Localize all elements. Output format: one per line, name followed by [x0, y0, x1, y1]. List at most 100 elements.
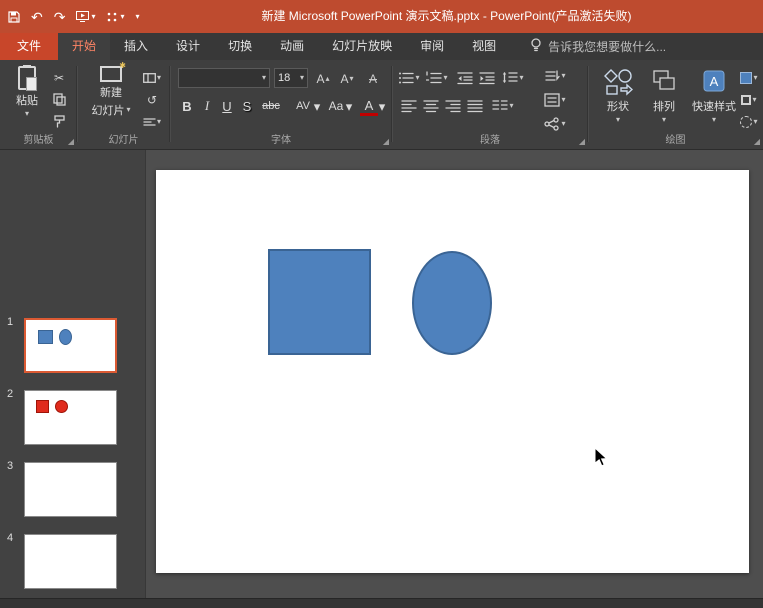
slide-number: 4 [7, 532, 21, 544]
save-icon[interactable] [8, 11, 20, 23]
font-size-value: 18 [278, 72, 290, 84]
dropdown-arrow-icon: ▾ [616, 116, 620, 124]
tab-insert[interactable]: 插入 [110, 33, 162, 60]
layout-button[interactable]: ▾ [141, 68, 163, 87]
ellipse-shape[interactable] [412, 251, 492, 355]
dropdown-arrow-icon: ▾ [415, 74, 419, 82]
align-center-button[interactable] [420, 96, 442, 115]
redo-icon[interactable]: ↷ [54, 10, 66, 24]
reset-button[interactable]: ↺ [141, 90, 163, 109]
dropdown-arrow-icon: ▾ [313, 96, 321, 116]
line-spacing-button[interactable]: ▾ [502, 68, 524, 87]
new-slide-label-1: 新建 [100, 84, 122, 100]
dropdown-arrow-icon: ▾ [262, 74, 266, 82]
dropdown-arrow-icon: ▾ [120, 13, 124, 21]
dropdown-arrow-icon: ▾ [753, 74, 757, 82]
dropdown-arrow-icon: ▾ [91, 13, 95, 21]
font-color-button[interactable]: A [360, 98, 378, 116]
new-slide-icon [100, 66, 122, 82]
decrease-indent-button[interactable] [454, 68, 476, 87]
dropdown-arrow-icon: ▾ [126, 106, 130, 114]
dropdown-arrow-icon: ▾ [300, 74, 304, 82]
paragraph-dialog-launcher-icon[interactable]: ◢ [579, 138, 585, 146]
tab-animations[interactable]: 动画 [266, 33, 318, 60]
font-dialog-launcher-icon[interactable]: ◢ [383, 138, 389, 146]
new-slide-button[interactable]: 新建 幻灯片 ▾ [85, 66, 137, 118]
drawing-dialog-launcher-icon[interactable]: ◢ [754, 138, 760, 146]
font-group: ▾ 18 ▾ A ▴ A ▾ A B I U S abc AV ▾ [170, 60, 392, 149]
change-case-button[interactable]: Aa [326, 96, 346, 116]
clear-formatting-button[interactable]: A [362, 69, 384, 88]
text-direction-button[interactable]: ▾ [538, 66, 572, 85]
justify-button[interactable] [464, 96, 486, 115]
bullets-button[interactable]: ▾ [398, 68, 420, 87]
dropdown-arrow-icon: ▾ [443, 74, 447, 82]
underline-button[interactable]: U [218, 96, 236, 116]
italic-button[interactable]: I [198, 96, 216, 116]
bold-button[interactable]: B [178, 96, 196, 116]
strikethrough-button[interactable]: abc [258, 96, 284, 116]
tab-transitions[interactable]: 切换 [214, 33, 266, 60]
slide-thumbnail-4[interactable] [24, 534, 117, 589]
section-button[interactable]: ▾ [141, 112, 163, 131]
paste-button[interactable]: 粘贴 ▾ [8, 66, 46, 118]
powerpoint-window: ↶ ↷ ▾ ▾ ▾ 新建 Microsoft PowerPoint 演示文稿.p… [0, 0, 763, 608]
shrink-font-label: A [340, 72, 348, 86]
tab-view[interactable]: 视图 [458, 33, 510, 60]
format-painter-button[interactable] [48, 112, 70, 131]
font-name-combobox[interactable]: ▾ [178, 68, 270, 88]
thumb-rectangle-shape [38, 330, 53, 344]
start-slideshow-icon[interactable]: ▾ [76, 11, 95, 22]
rectangle-shape[interactable] [268, 249, 371, 355]
slide-thumbnail-1[interactable] [24, 318, 117, 373]
tab-home[interactable]: 开始 [58, 33, 110, 60]
slide-thumbnail-3[interactable] [24, 462, 117, 517]
grow-font-button[interactable]: A ▴ [312, 69, 334, 88]
shapes-button[interactable]: 形状 ▾ [596, 68, 640, 124]
slide-thumbnail-panel: 1 2 3 4 5 [0, 150, 145, 598]
dropdown-arrow-icon: ▾ [509, 102, 513, 110]
undo-icon[interactable]: ↶ [31, 10, 43, 24]
slide-number: 1 [7, 316, 21, 328]
thumb-ellipse-shape [59, 329, 72, 345]
shape-fill-button[interactable]: ▾ [738, 68, 760, 87]
tell-me-box[interactable]: 告诉我您想要做什么... [520, 33, 676, 60]
tab-slideshow[interactable]: 幻灯片放映 [318, 33, 406, 60]
shape-effects-button[interactable]: ▾ [738, 112, 760, 131]
slide-canvas[interactable] [156, 170, 749, 573]
columns-button[interactable]: ▾ [492, 96, 514, 115]
shape-outline-button[interactable]: ▾ [738, 90, 760, 109]
clipboard-dialog-launcher-icon[interactable]: ◢ [68, 138, 74, 146]
thumb-red-circle-shape [55, 400, 68, 413]
titlebar: ↶ ↷ ▾ ▾ ▾ 新建 Microsoft PowerPoint 演示文稿.p… [0, 0, 763, 33]
tab-review[interactable]: 审阅 [406, 33, 458, 60]
align-left-button[interactable] [398, 96, 420, 115]
dropdown-arrow-icon: ▾ [561, 72, 565, 80]
align-text-button[interactable]: ▾ [538, 90, 572, 109]
font-size-combobox[interactable]: 18 ▾ [274, 68, 308, 88]
touch-mode-icon[interactable]: ▾ [106, 11, 124, 23]
caret-up-icon: ▴ [326, 75, 330, 83]
ribbon-tab-row: 文件 开始 插入 设计 切换 动画 幻灯片放映 审阅 视图 告诉我您想要做什么.… [0, 33, 763, 60]
tab-design[interactable]: 设计 [162, 33, 214, 60]
copy-button[interactable] [48, 90, 70, 109]
svg-text:A: A [710, 74, 719, 89]
dropdown-arrow-icon: ▾ [561, 96, 565, 104]
tell-me-label: 告诉我您想要做什么... [548, 38, 666, 55]
thumb-red-square-shape [36, 400, 49, 413]
text-shadow-button[interactable]: S [238, 96, 256, 116]
tab-file[interactable]: 文件 [0, 33, 58, 60]
slide-thumbnail-2[interactable] [24, 390, 117, 445]
cut-button[interactable]: ✂ [48, 68, 70, 87]
shrink-font-button[interactable]: A ▾ [336, 69, 358, 88]
arrange-button[interactable]: 排列 ▾ [644, 68, 684, 124]
dropdown-arrow-icon: ▾ [157, 118, 161, 126]
grow-font-label: A [316, 72, 324, 86]
paste-icon [18, 66, 36, 90]
numbering-button[interactable]: ▾ [426, 68, 448, 87]
character-spacing-button[interactable]: AV [292, 96, 314, 116]
increase-indent-button[interactable] [476, 68, 498, 87]
customize-qat-icon[interactable]: ▾ [136, 13, 140, 21]
align-right-button[interactable] [442, 96, 464, 115]
quick-styles-button[interactable]: A 快速样式 ▾ [688, 68, 740, 124]
